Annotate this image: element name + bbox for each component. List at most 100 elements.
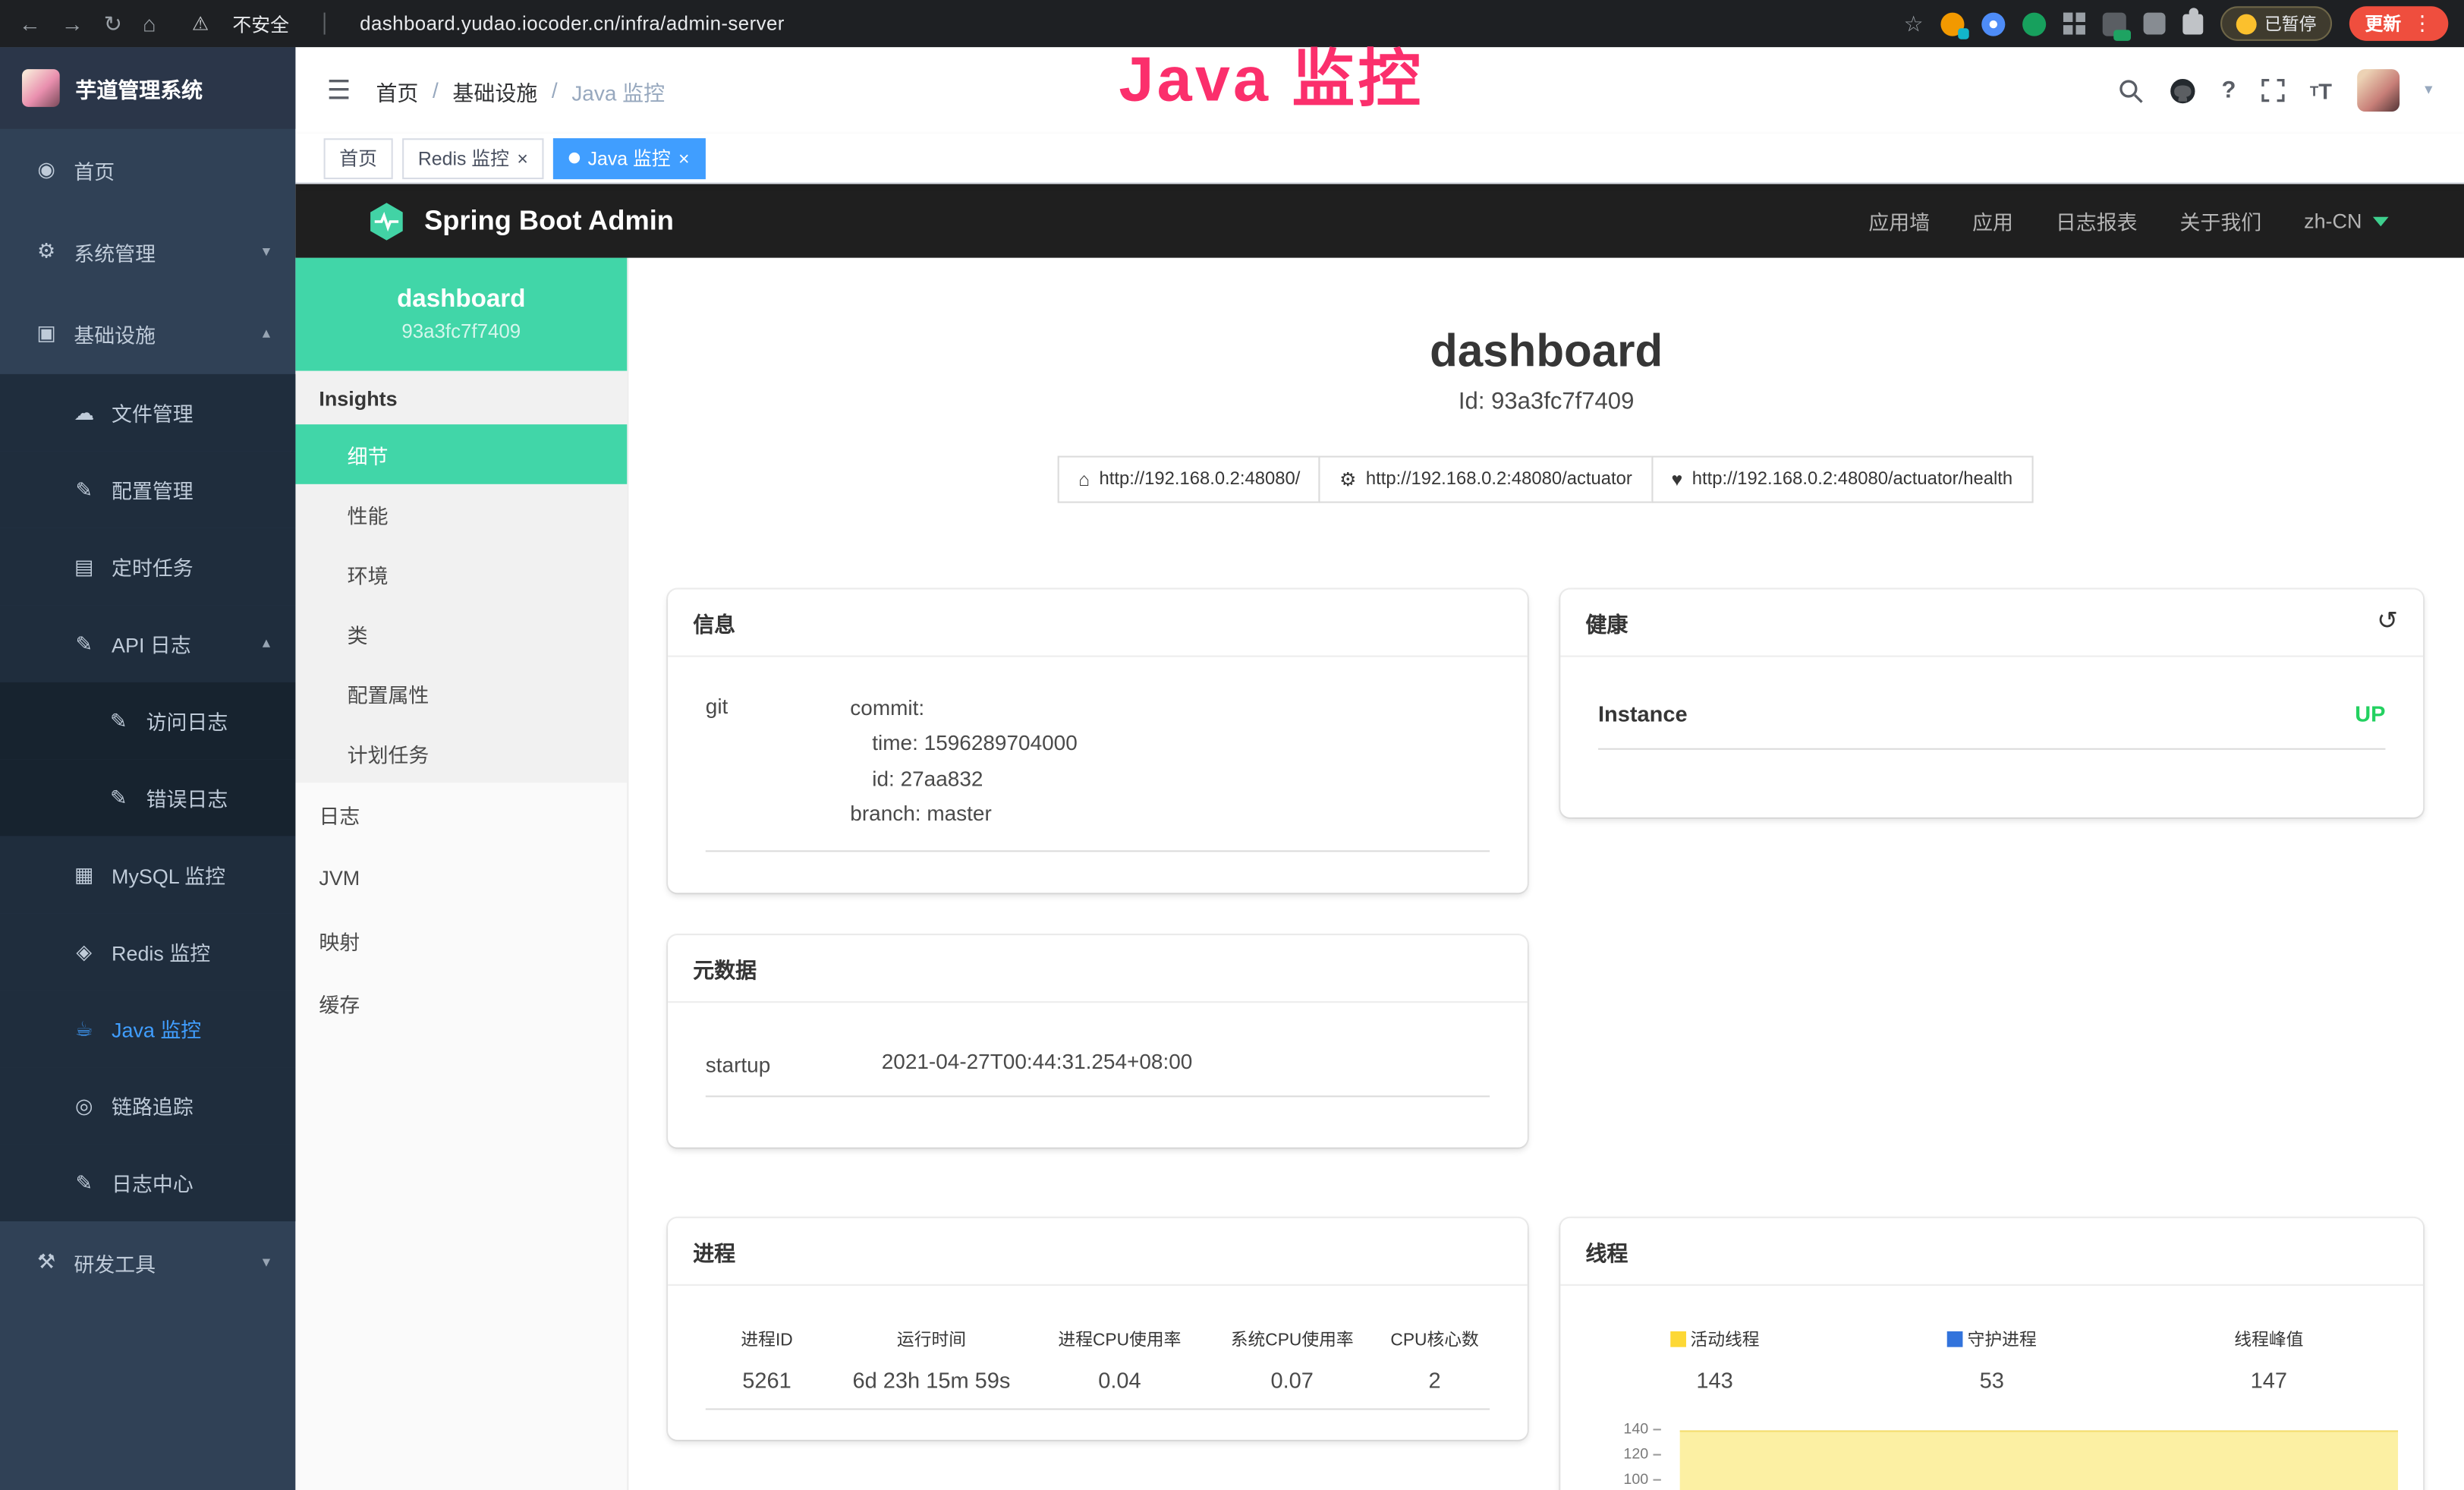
close-icon[interactable]: × — [517, 149, 528, 168]
app-logo[interactable]: 芋道管理系统 — [0, 47, 295, 129]
breadcrumb-home[interactable]: 首页 — [376, 74, 418, 106]
app-logo-image — [22, 69, 60, 107]
extension-icon-switch[interactable] — [2103, 12, 2126, 36]
search-icon[interactable] — [2118, 78, 2143, 103]
info-row-key: git — [706, 691, 851, 831]
chrome-menu-dots-icon[interactable]: ⋮ — [2412, 11, 2433, 36]
breadcrumb-infrastructure[interactable]: 基础设施 — [452, 74, 537, 106]
extension-icon-gray[interactable] — [2144, 13, 2166, 35]
back-icon[interactable]: ← — [19, 13, 41, 35]
extension-icon-pin[interactable] — [1981, 12, 2005, 36]
browser-update-button[interactable]: 更新 ⋮ — [2349, 6, 2448, 41]
update-label: 更新 — [2365, 11, 2402, 36]
sidebar-item-home[interactable]: ◉ 首页 — [0, 129, 295, 211]
sidebar-item-scheduled-jobs[interactable]: ▤ 定时任务 — [0, 528, 295, 605]
health-card-content: Instance UP — [1560, 701, 2423, 750]
sidebar-item-label: 访问日志 — [146, 706, 228, 736]
sidebar-item-label: 配置管理 — [112, 474, 194, 504]
sba-nav-applications[interactable]: 应用 — [1972, 206, 2013, 235]
process-card-header: 进程 — [668, 1218, 1528, 1286]
sidebar-item-dev-tools[interactable]: ⚒ 研发工具 ▾ — [0, 1221, 295, 1303]
chevron-down-icon: ▾ — [263, 1253, 270, 1271]
sidebar-item-error-logs[interactable]: ✎ 错误日志 — [0, 759, 295, 836]
service-url-link[interactable]: ⌂ http://192.168.0.2:48080/ — [1058, 456, 1320, 503]
user-avatar[interactable] — [2357, 69, 2399, 112]
sba-language-select[interactable]: zh-CN — [2304, 209, 2388, 232]
extension-icon-green[interactable] — [2022, 12, 2046, 36]
font-size-icon[interactable]: TT — [2310, 78, 2332, 103]
sba-nav-journal[interactable]: 日志报表 — [2056, 206, 2138, 235]
font-size-small: T — [2310, 83, 2318, 99]
actuator-url-link[interactable]: ⚙ http://192.168.0.2:48080/actuator — [1319, 456, 1652, 503]
bookmark-star-icon[interactable]: ☆ — [1904, 10, 1924, 36]
extensions-puzzle-icon[interactable] — [2182, 14, 2203, 34]
app-sidebar: 芋道管理系统 ◉ 首页 ⚙ 系统管理 ▾ ▣ 基础设施 ▴ ☁ 文件管理 ✎ 配… — [0, 47, 295, 1490]
sidebar-item-mysql-monitor[interactable]: ▦ MySQL 监控 — [0, 836, 295, 913]
reload-icon[interactable]: ↻ — [104, 13, 122, 35]
task-list-icon: ▤ — [71, 554, 97, 579]
sba-item-mappings[interactable]: 映射 — [295, 909, 627, 972]
sidebar-item-access-logs[interactable]: ✎ 访问日志 — [0, 682, 295, 759]
info-row-value: commit: time: 1596289704000 id: 27aa832 … — [850, 691, 1077, 831]
tab-home[interactable]: 首页 — [324, 137, 393, 178]
sba-item-jvm[interactable]: JVM — [295, 846, 627, 909]
sidebar-item-api-logs[interactable]: ✎ API 日志 ▴ — [0, 605, 295, 682]
health-url-link[interactable]: ♥ http://192.168.0.2:48080/actuator/heal… — [1651, 456, 2033, 503]
live-threads-area — [1680, 1430, 2398, 1490]
sidebar-item-file-management[interactable]: ☁ 文件管理 — [0, 374, 295, 451]
sidebar-collapse-icon[interactable]: ☰ — [327, 74, 351, 106]
sidebar-item-redis-monitor[interactable]: ◈ Redis 监控 — [0, 913, 295, 990]
metadata-card-title: 元数据 — [693, 953, 757, 984]
sidebar-item-system-management[interactable]: ⚙ 系统管理 ▾ — [0, 210, 295, 292]
help-icon[interactable]: ? — [2222, 77, 2236, 103]
sidebar-item-infrastructure[interactable]: ▣ 基础设施 ▴ — [0, 292, 295, 374]
sba-item-metrics[interactable]: 性能 — [295, 484, 627, 544]
extension-icon-orange[interactable] — [1940, 12, 1964, 36]
sba-item-details[interactable]: 细节 — [295, 424, 627, 484]
address-bar-url[interactable]: dashboard.yudao.iocoder.cn/infra/admin-s… — [360, 13, 785, 35]
sba-insights-section: Insights 细节 性能 环境 类 配置属性 计划任务 — [295, 371, 627, 783]
github-icon[interactable] — [2168, 76, 2196, 104]
sba-item-loggers[interactable]: 日志 — [295, 783, 627, 846]
sidebar-item-log-center[interactable]: ✎ 日志中心 — [0, 1145, 295, 1221]
tab-redis-monitor[interactable]: Redis 监控 × — [402, 137, 543, 178]
forward-icon[interactable]: → — [61, 13, 83, 35]
sidebar-item-config-management[interactable]: ✎ 配置管理 — [0, 451, 295, 528]
sidebar-item-tracing[interactable]: ◎ 链路追踪 — [0, 1067, 295, 1144]
breadcrumb-current: Java 监控 — [571, 74, 665, 106]
sba-brand-link[interactable]: Spring Boot Admin — [366, 200, 673, 241]
fullscreen-icon[interactable] — [2261, 79, 2285, 102]
history-icon[interactable]: ↺ — [2377, 610, 2398, 635]
legend-daemon-threads: 守护进程 53 — [1853, 1327, 2130, 1393]
not-secure-warning-icon[interactable]: ⚠ — [192, 13, 209, 35]
info-card-title: 信息 — [693, 606, 735, 638]
mysql-icon: ▦ — [71, 862, 97, 887]
sidebar-item-label: 错误日志 — [146, 783, 228, 812]
tags-view-bar: 首页 Redis 监控 × Java 监控 × — [295, 134, 2464, 184]
sba-nav-about[interactable]: 关于我们 — [2179, 206, 2261, 235]
extension-icon-grid[interactable] — [2063, 13, 2072, 22]
sba-item-environment[interactable]: 环境 — [295, 543, 627, 603]
sidebar-item-label: Redis 监控 — [112, 937, 210, 966]
error-log-icon: ✎ — [105, 785, 132, 810]
sba-sidebar: dashboard 93a3fc7f7409 Insights 细节 性能 环境… — [295, 258, 628, 1490]
threads-card-content: 活动线程 143 守护进程 53 线程峰值 — [1560, 1327, 2423, 1490]
sba-item-caches[interactable]: 缓存 — [295, 972, 627, 1035]
sba-item-scheduled-tasks[interactable]: 计划任务 — [295, 723, 627, 783]
sidebar-item-label: 文件管理 — [112, 398, 194, 427]
column-value: 5261 — [706, 1368, 829, 1393]
sba-instance-header[interactable]: dashboard 93a3fc7f7409 — [295, 258, 627, 371]
sba-item-classes[interactable]: 类 — [295, 603, 627, 663]
sba-hexagon-logo-icon — [366, 200, 407, 241]
avatar-caret-down-icon[interactable]: ▾ — [2425, 82, 2432, 99]
close-icon[interactable]: × — [678, 149, 690, 168]
tab-java-monitor[interactable]: Java 监控 × — [553, 137, 705, 178]
sidebar-item-label: 首页 — [74, 155, 115, 184]
sba-nav-wallboard[interactable]: 应用墙 — [1868, 206, 1930, 235]
access-log-icon: ✎ — [105, 708, 132, 733]
profile-paused-chip[interactable]: 已暂停 — [2220, 6, 2332, 41]
browser-home-icon[interactable]: ⌂ — [143, 13, 156, 35]
sba-item-config-props[interactable]: 配置属性 — [295, 663, 627, 723]
home-icon: ⌂ — [1078, 468, 1090, 490]
sidebar-item-java-monitor[interactable]: ☕ Java 监控 — [0, 991, 295, 1067]
